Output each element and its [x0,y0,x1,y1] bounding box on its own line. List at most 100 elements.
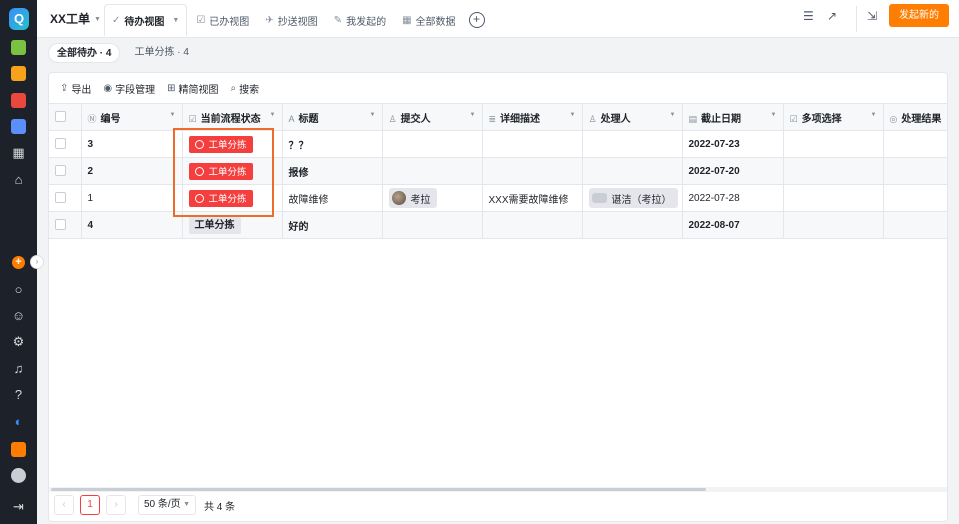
col-header-description[interactable]: ≣ 详细描述 ▼ [482,103,583,131]
col-header-submitter[interactable]: ♙ 提交人 ▼ [382,103,483,131]
initiate-new-button[interactable]: 发起新的 [889,4,949,27]
app-green-icon[interactable] [11,40,26,55]
cell-handler[interactable] [582,130,683,158]
cell-id[interactable]: 3 [81,130,183,158]
cell-result[interactable] [883,130,947,158]
chevron-down-icon[interactable]: ▼ [470,112,476,118]
cell-description[interactable] [482,211,583,239]
cell-result[interactable] [883,184,947,212]
col-header-handler[interactable]: ♙ 处理人 ▼ [582,103,683,131]
row-select-cell[interactable] [49,211,82,239]
search-icon[interactable]: ○ [10,281,27,298]
app-title[interactable]: XX工单 ▼ [50,10,101,27]
col-header-title[interactable]: A 标题 ▼ [282,103,383,131]
help-icon[interactable]: ? [10,386,27,403]
row-checkbox[interactable] [55,138,66,150]
app-orange-icon[interactable] [11,442,26,457]
cell-submitter[interactable] [382,157,483,185]
col-header-multi-select[interactable]: ☑ 多项选择 ▼ [783,103,884,131]
cell-handler[interactable] [582,211,683,239]
expand-menu-icon[interactable]: ⇥ [10,498,27,515]
cell-title[interactable]: ？？ [282,130,383,158]
cell-deadline[interactable]: 2022-07-20 [682,157,784,185]
cell-title[interactable]: 报修 [282,157,383,185]
next-page-button[interactable]: › [106,495,126,515]
cell-id[interactable]: 2 [81,157,183,185]
cell-deadline[interactable]: 2022-07-23 [682,130,784,158]
app-red-icon[interactable] [11,93,26,108]
tab-todo-view[interactable]: ✓ 待办视图 ▼ [104,4,188,36]
row-select-cell[interactable] [49,157,82,185]
col-header-deadline[interactable]: ▤ 截止日期 ▼ [682,103,784,131]
cell-deadline[interactable]: 2022-07-28 [682,184,784,212]
chevron-down-icon[interactable]: ▼ [170,112,176,118]
grid-apps-icon[interactable]: ▦ [10,144,27,161]
cell-title[interactable]: 好的 [282,211,383,239]
chevron-down-icon[interactable]: ▼ [172,17,179,24]
cell-multi-select[interactable] [783,157,884,185]
cell-handler[interactable]: 谌洁（考拉） [582,184,683,212]
exit-icon[interactable]: ⇲ [867,9,877,23]
tab-done-view[interactable]: ☑ 已办视图 [189,6,256,34]
search-button[interactable]: ⌕ 搜索 [231,81,260,96]
app-calendar-icon[interactable] [11,119,26,134]
list-icon[interactable]: ☰ [803,9,814,23]
tab-cc-view[interactable]: ✈ 抄送视图 [258,6,324,34]
settings-icon[interactable]: ⚙ [10,333,27,350]
cell-multi-select[interactable] [783,211,884,239]
cell-id[interactable]: 4 [81,211,183,239]
contacts-icon[interactable]: ☺ [10,307,27,324]
page-size-select[interactable]: 50 条/页 ▼ [138,495,196,515]
app-blue-icon[interactable]: ◐ [10,413,27,430]
user-avatar[interactable] [11,468,26,483]
col-header-result[interactable]: ◎ 处理结果 [883,103,947,131]
chevron-down-icon[interactable]: ▼ [270,112,276,118]
horizontal-scrollbar-thumb[interactable] [51,488,706,491]
compact-view-button[interactable]: ⊞ 精简视图 [167,81,218,96]
cell-description[interactable] [482,130,583,158]
row-checkbox[interactable] [55,219,66,231]
cell-description[interactable] [482,157,583,185]
cell-submitter[interactable] [382,211,483,239]
cell-submitter[interactable] [382,130,483,158]
cell-handler[interactable] [582,157,683,185]
chevron-down-icon[interactable]: ▼ [670,112,676,118]
page-number[interactable]: 1 [80,495,100,515]
chevron-down-icon[interactable]: ▼ [771,112,777,118]
cell-description[interactable]: XXX需要故障维修 [482,184,583,212]
chevron-down-icon[interactable]: ▼ [871,112,877,118]
row-checkbox[interactable] [55,192,66,204]
chevron-down-icon[interactable]: ▼ [370,112,376,118]
app-logo[interactable]: Q [9,8,29,30]
filter-all-todo[interactable]: 全部待办 · 4 [48,43,121,63]
select-all-checkbox[interactable] [55,111,66,123]
tab-initiated[interactable]: ✎ 我发起的 [327,6,393,34]
cell-title[interactable]: 故障维修 [282,184,383,212]
cell-result[interactable] [883,157,947,185]
add-view-button[interactable]: + [468,12,485,28]
export-button[interactable]: ⇪ 导出 [60,81,91,96]
home-icon[interactable]: ⌂ [10,171,27,188]
filter-ticket-sorting[interactable]: 工单分拣 · 4 [126,43,196,63]
col-header-id[interactable]: Ⓝ 编号 ▼ [81,103,183,131]
row-checkbox[interactable] [55,165,66,177]
create-plus-icon[interactable]: + [12,256,25,269]
tab-all-data[interactable]: ▦ 全部数据 [395,6,462,34]
cell-submitter[interactable]: 考拉 [382,184,483,212]
cell-id[interactable]: 1 [81,184,183,212]
user-chip[interactable]: 谌洁（考拉） [588,188,678,208]
collapse-rail-button[interactable]: › [30,255,44,269]
cell-multi-select[interactable] [783,184,884,212]
trend-chart-icon[interactable]: ↗ [827,9,837,23]
col-header-status[interactable]: ☑ 当前流程状态 ▼ [182,103,283,131]
app-gear-orange-icon[interactable] [11,66,26,81]
chevron-down-icon[interactable]: ▼ [570,112,576,118]
field-manage-button[interactable]: ◉ 字段管理 [103,81,155,96]
bell-icon[interactable]: ♫ [10,360,27,377]
cell-multi-select[interactable] [783,130,884,158]
cell-deadline[interactable]: 2022-08-07 [682,211,784,239]
user-chip[interactable]: 考拉 [388,188,437,208]
prev-page-button[interactable]: ‹ [54,495,74,515]
row-select-cell[interactable] [49,184,82,212]
cell-result[interactable] [883,211,947,239]
